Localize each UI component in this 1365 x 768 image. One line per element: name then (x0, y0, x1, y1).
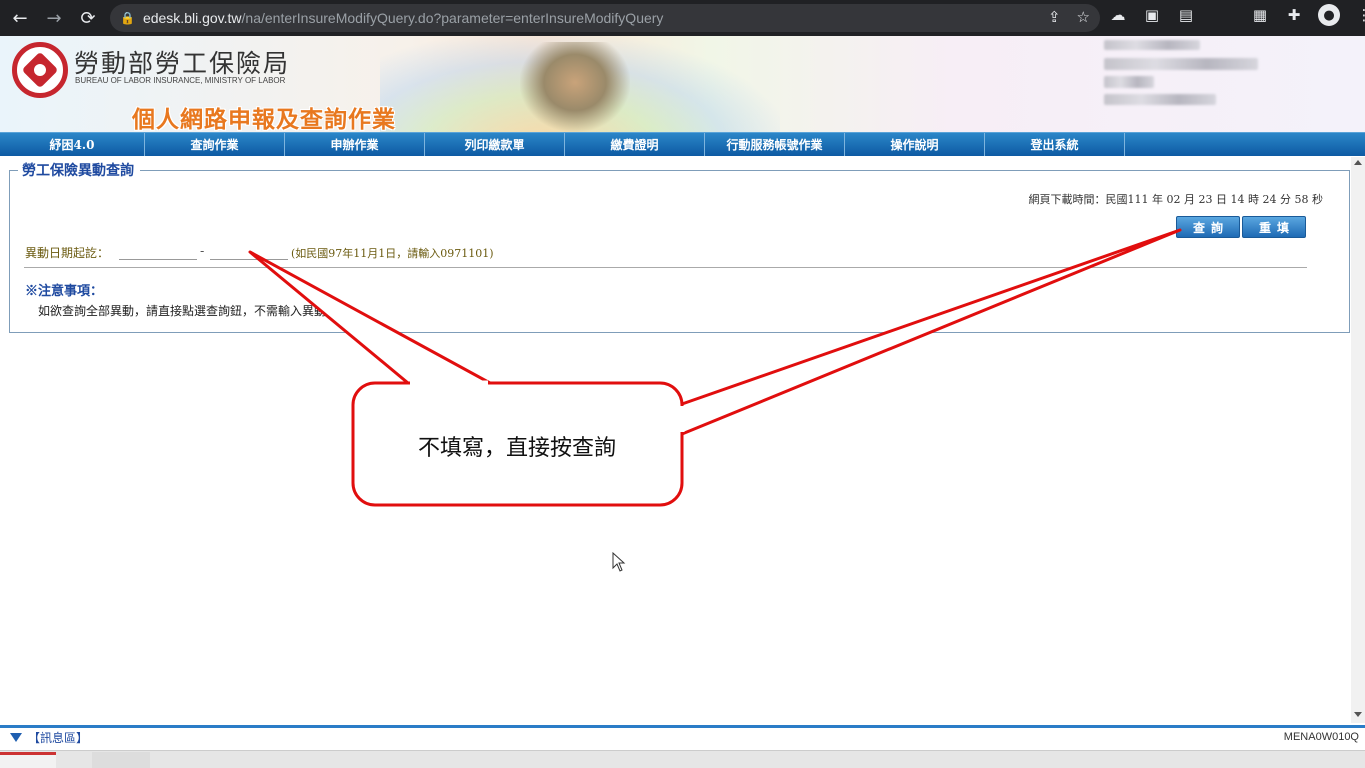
bli-logo-icon[interactable] (12, 42, 68, 98)
extension-icon[interactable]: ▣ (1142, 5, 1162, 25)
date-range-label: 異動日期起訖： (25, 246, 110, 260)
menu-item-apply[interactable]: 申辦作業 (285, 133, 425, 156)
query-button[interactable]: 查詢 (1176, 216, 1240, 238)
menu-item-relief[interactable]: 紓困4.0 (0, 133, 145, 156)
divider (24, 267, 1307, 268)
end-date-input[interactable] (210, 244, 288, 260)
callout-text: 不填寫，直接按查詢 (417, 436, 616, 461)
taskbar-item[interactable] (0, 752, 56, 768)
blurred-user-info (1104, 94, 1216, 105)
back-arrow-icon[interactable]: ← (6, 4, 34, 32)
menu-item-logout[interactable]: 登出系統 (985, 133, 1125, 156)
extension-icon[interactable]: ▦ (1250, 5, 1270, 25)
profile-avatar-icon[interactable]: ● (1318, 4, 1340, 26)
notes-title: ※注意事項： (25, 284, 104, 299)
menu-item-payment-proof[interactable]: 繳費證明 (565, 133, 705, 156)
taskbar (0, 750, 1365, 768)
system-title: 個人網路申報及查詢作業 (132, 106, 396, 132)
org-name-en: BUREAU OF LABOR INSURANCE, MINISTRY OF L… (75, 76, 286, 85)
vertical-scrollbar[interactable] (1351, 157, 1365, 723)
triangle-down-icon (10, 733, 22, 742)
org-name: 勞動部勞工保險局 (74, 49, 291, 78)
lock-icon[interactable]: 🔒 (120, 11, 135, 25)
address-bar[interactable]: 🔒 edesk.bli.gov.tw /na/enterInsureModify… (110, 4, 1100, 32)
date-format-hint: (如民國97年11月1日，請輸入0971101) (291, 247, 494, 260)
message-bar: 【訊息區】 MENA0W010Q (0, 725, 1365, 747)
menu-item-mobile-account[interactable]: 行動服務帳號作業 (705, 133, 845, 156)
blurred-user-info (1104, 76, 1154, 88)
reload-icon[interactable]: ⟳ (74, 4, 102, 32)
menu-item-help[interactable]: 操作說明 (845, 133, 985, 156)
forward-arrow-icon[interactable]: → (40, 4, 68, 32)
site-banner: 勞動部勞工保險局 BUREAU OF LABOR INSURANCE, MINI… (0, 36, 1365, 132)
scroll-down-arrow-icon[interactable] (1354, 712, 1362, 717)
extension-icon[interactable]: ▤ (1176, 5, 1196, 25)
panel-title: 勞工保險異動查詢 (18, 160, 140, 180)
notes-text: 如欲查詢全部異動，請直接點選查詢鈕，不需輸入異動日期。 (38, 304, 363, 318)
mouse-cursor-icon (612, 552, 626, 572)
url-host: edesk.bli.gov.tw (142, 10, 242, 26)
start-date-input[interactable] (119, 244, 197, 260)
browser-chrome: ← → ⟳ 🔒 edesk.bli.gov.tw /na/enterInsure… (0, 0, 1365, 36)
extension-icon[interactable]: ☁ (1108, 5, 1128, 25)
blurred-user-info (1104, 58, 1258, 70)
extensions-puzzle-icon[interactable]: ✚ (1284, 5, 1304, 25)
blurred-user-info (1104, 40, 1200, 50)
download-timestamp: 網頁下載時間：民國111 年 02 月 23 日 14 時 24 分 58 秒 (1028, 193, 1323, 206)
date-separator: - (200, 244, 205, 258)
browser-menu-icon[interactable]: ⋮ (1354, 5, 1365, 25)
taskbar-item[interactable] (92, 752, 150, 768)
bookmark-star-icon[interactable]: ☆ (1077, 8, 1090, 26)
menu-item-print-bill[interactable]: 列印繳款單 (425, 133, 565, 156)
url-path: /na/enterInsureModifyQuery.do?parameter=… (241, 10, 664, 26)
banner-figure-image (520, 42, 630, 132)
scroll-up-arrow-icon[interactable] (1354, 160, 1362, 165)
menu-item-query[interactable]: 查詢作業 (145, 133, 285, 156)
share-icon[interactable]: ⇪ (1048, 8, 1061, 26)
reset-button[interactable]: 重填 (1242, 216, 1306, 238)
main-menu: 紓困4.0 查詢作業 申辦作業 列印繳款單 繳費證明 行動服務帳號作業 操作說明… (0, 132, 1365, 156)
message-area-label: 【訊息區】 (28, 731, 89, 745)
page-code: MENA0W010Q (1283, 731, 1359, 743)
message-area-toggle[interactable]: 【訊息區】 (10, 729, 88, 746)
